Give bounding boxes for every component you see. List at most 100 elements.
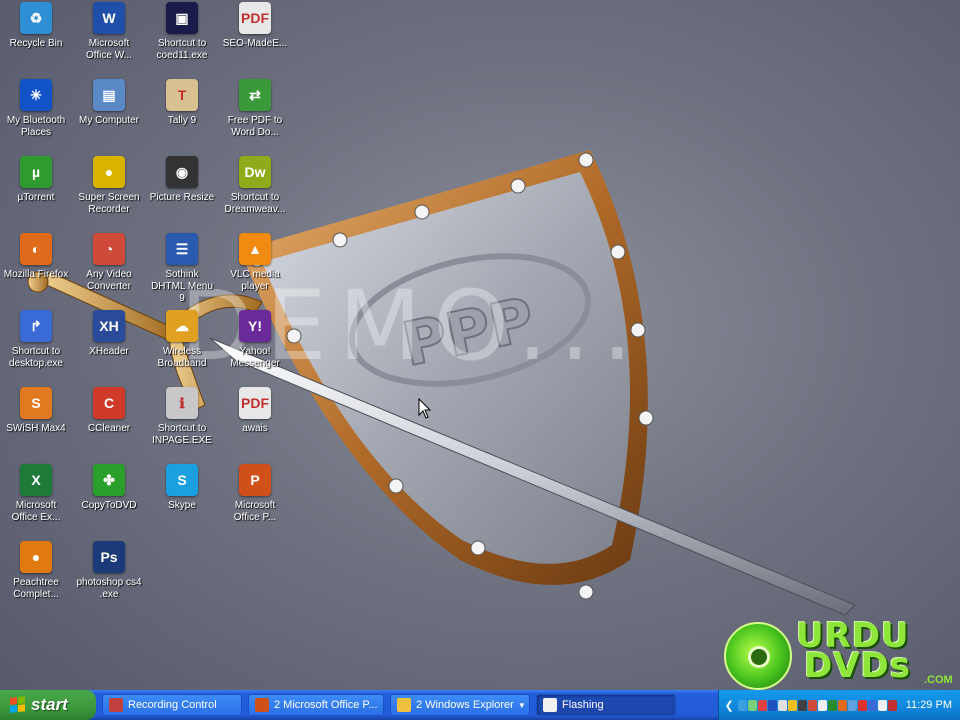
desktop-icon-label: Microsoft Office W...	[86, 38, 132, 61]
app-icon: S	[166, 464, 198, 496]
desktop-icon[interactable]: ☰ Sothink DHTML Menu 9	[146, 233, 218, 305]
desktop-icon[interactable]: S Skype	[146, 464, 218, 512]
tray-icon[interactable]	[737, 699, 747, 711]
desktop-icon[interactable]: ◔ Any Video Converter	[73, 233, 145, 293]
desktop-icon-label: photoshop cs4 .exe	[76, 577, 142, 600]
desktop-icon-label: My Bluetooth Places	[6, 115, 66, 138]
desktop-icon-label: CopyToDVD	[81, 500, 137, 511]
app-icon: X	[20, 464, 52, 496]
desktop-icon[interactable]: ◐ Mozilla Firefox	[0, 233, 72, 281]
app-icon: C	[93, 387, 125, 419]
desktop-icon[interactable]: X Microsoft Office Ex...	[0, 464, 72, 524]
taskbar-button[interactable]: Recording Control	[102, 694, 242, 716]
desktop-icon[interactable]: C CCleaner	[73, 387, 145, 435]
app-icon: P	[239, 464, 271, 496]
clock[interactable]: 11:29 PM	[906, 699, 952, 711]
tray-icon[interactable]	[787, 699, 797, 711]
app-icon: ◉	[166, 156, 198, 188]
tray-icon[interactable]	[877, 699, 887, 711]
desktop-icon[interactable]: Y! Yahoo! Messenger	[219, 310, 291, 370]
desktop-icon[interactable]: T Tally 9	[146, 79, 218, 127]
task-app-icon	[397, 698, 411, 712]
desktop-icon[interactable]: ▤ My Computer	[73, 79, 145, 127]
start-button[interactable]: start	[0, 690, 96, 720]
app-icon: ✤	[93, 464, 125, 496]
app-icon: ☁	[166, 310, 198, 342]
tray-icon[interactable]	[777, 699, 787, 711]
desktop-icon[interactable]: PDF SEO-MadeE...	[219, 2, 291, 50]
logo-suffix: .COM	[924, 674, 953, 686]
desktop-icon-label: Sothink DHTML Menu 9	[151, 269, 213, 304]
desktop-icon[interactable]: ♻ Recycle Bin	[0, 2, 72, 50]
tray-icon[interactable]	[757, 699, 767, 711]
tray-icon[interactable]	[747, 699, 757, 711]
desktop-icon[interactable]: S SWiSH Max4	[0, 387, 72, 435]
taskbar-button-label: Flashing	[562, 699, 604, 711]
taskbar-button-label: 2 Microsoft Office P...	[274, 699, 378, 711]
app-icon: ●	[93, 156, 125, 188]
desktop-icon[interactable]: P Microsoft Office P...	[219, 464, 291, 524]
taskbar-button-label: Recording Control	[128, 699, 217, 711]
desktop-icon-label: µTorrent	[17, 192, 55, 203]
desktop-icon[interactable]: Dw Shortcut to Dreamweav...	[219, 156, 291, 216]
start-label: start	[31, 695, 68, 714]
taskbar-button[interactable]: Flashing	[536, 694, 676, 716]
desktop-icon-label: Skype	[168, 500, 196, 511]
app-icon: µ	[20, 156, 52, 188]
desktop-icon-label: Microsoft Office P...	[233, 500, 277, 523]
desktop-icon[interactable]: ℹ Shortcut to INPAGE.EXE	[146, 387, 218, 447]
desktop-icon-label: Microsoft Office Ex...	[11, 500, 61, 523]
app-icon: ☰	[166, 233, 198, 265]
desktop-icon-label: VLC media player	[230, 269, 280, 292]
desktop-icon[interactable]: ✤ CopyToDVD	[73, 464, 145, 512]
desktop-icon-label: Recycle Bin	[9, 38, 63, 49]
desktop-icon[interactable]: ✳ My Bluetooth Places	[0, 79, 72, 139]
tray-icon[interactable]	[827, 699, 837, 711]
desktop-icon[interactable]: ↱ Shortcut to desktop.exe	[0, 310, 72, 370]
desktop-icon-label: awais	[242, 423, 268, 434]
desktop-icon[interactable]: ⇄ Free PDF to Word Do...	[219, 79, 291, 139]
tray-icon[interactable]	[817, 699, 827, 711]
taskbar: start Recording Control 2 Microsoft Offic…	[0, 690, 960, 720]
desktop-icon[interactable]: ☁ Wireless Broadband	[146, 310, 218, 370]
app-icon: W	[93, 2, 125, 34]
desktop-icon[interactable]: µ µTorrent	[0, 156, 72, 204]
taskbar-button[interactable]: 2 Windows Explorer ▼	[390, 694, 530, 716]
desktop-icon-label: CCleaner	[87, 423, 131, 434]
taskbar-button[interactable]: 2 Microsoft Office P...▼	[248, 694, 384, 716]
desktop-icon[interactable]: ● Super Screen Recorder	[73, 156, 145, 216]
desktop-icon[interactable]: ◉ Picture Resize	[146, 156, 218, 204]
tray-icon[interactable]	[807, 699, 817, 711]
desktop-icon[interactable]: XH XHeader	[73, 310, 145, 358]
app-icon: ↱	[20, 310, 52, 342]
tray-icon[interactable]	[867, 699, 877, 711]
desktop-icon-label: Picture Resize	[149, 192, 215, 203]
desktop-icon-label: XHeader	[89, 346, 129, 357]
taskbar-buttons: Recording Control 2 Microsoft Office P...…	[96, 694, 676, 716]
tray-icon[interactable]	[837, 699, 847, 711]
desktop-icon[interactable]: Ps photoshop cs4 .exe	[73, 541, 145, 601]
task-app-icon	[255, 698, 269, 712]
app-icon: Y!	[239, 310, 271, 342]
tray-icon[interactable]	[847, 699, 857, 711]
desktop-icon[interactable]: W Microsoft Office W...	[73, 2, 145, 62]
desktop-icon-label: SEO-MadeE...	[222, 38, 288, 49]
tray-icon[interactable]	[767, 699, 777, 711]
tray-icon[interactable]	[797, 699, 807, 711]
app-icon: Dw	[239, 156, 271, 188]
app-icon: XH	[93, 310, 125, 342]
desktop-icon[interactable]: ● Peachtree Complet...	[0, 541, 72, 601]
tray-icon[interactable]	[887, 699, 897, 711]
app-icon: ◐	[20, 233, 52, 265]
desktop-icon[interactable]: ▲ VLC media player	[219, 233, 291, 293]
tray-icon[interactable]	[857, 699, 867, 711]
group-arrow-icon: ▼	[517, 700, 526, 710]
desktop-icon[interactable]: ▣ Shortcut to coed11.exe	[146, 2, 218, 62]
tray-collapse-button[interactable]: ❮	[725, 699, 734, 712]
app-icon: ▤	[93, 79, 125, 111]
app-icon: ✳	[20, 79, 52, 111]
desktop-icon-label: Yahoo! Messenger	[230, 346, 280, 369]
desktop-icon-label: Shortcut to Dreamweav...	[224, 192, 286, 215]
desktop: PPP DEMO... ♻ Recycle Bin W Microsoft Offic…	[0, 0, 960, 690]
desktop-icon[interactable]: PDF awais	[219, 387, 291, 435]
